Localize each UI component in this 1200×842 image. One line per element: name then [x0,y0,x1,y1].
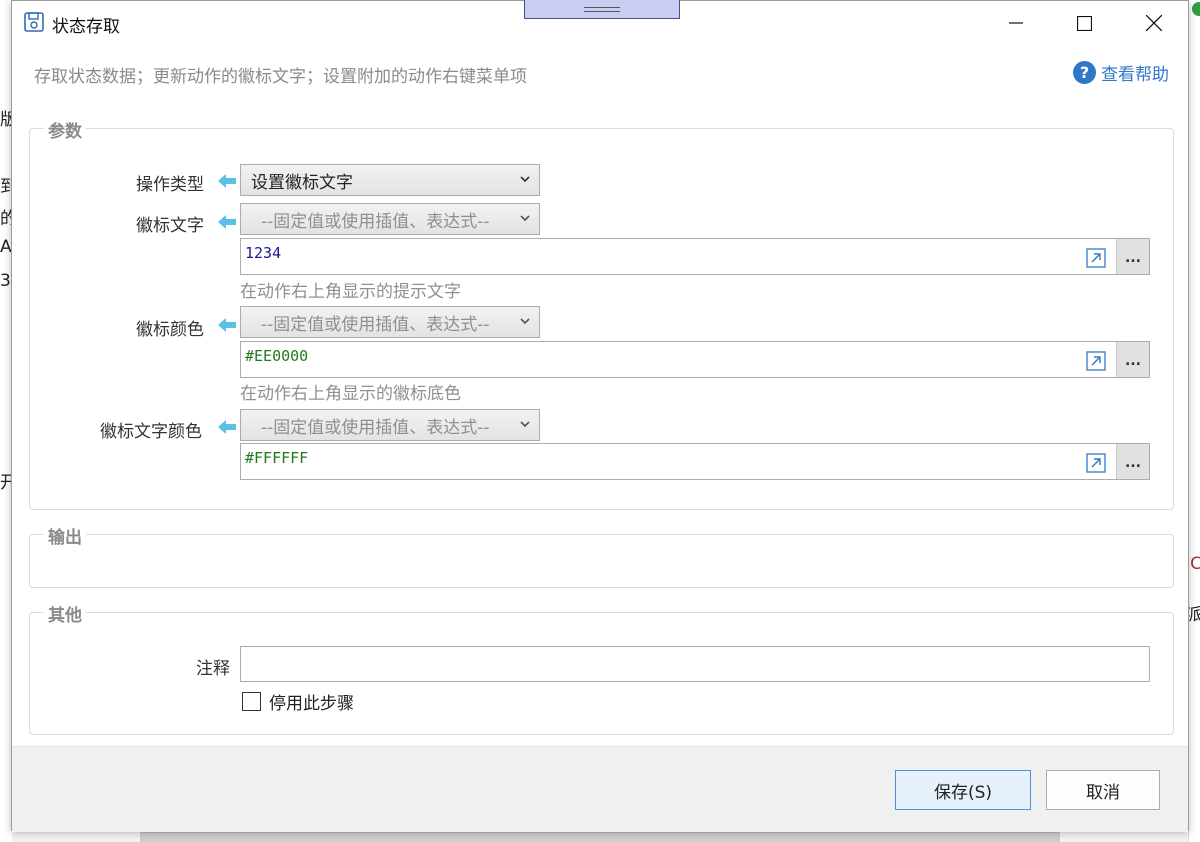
disable-step-label: 停用此步骤 [269,694,354,714]
expand-editor-icon[interactable] [1086,248,1106,268]
dock-grip-handle[interactable] [524,0,680,19]
badge-color-mode-select[interactable]: --固定值或使用插值、表达式-- [240,306,540,338]
badge-text-label: 徽标文字 [136,216,204,236]
close-icon [1146,15,1162,31]
left-arrow-icon[interactable] [218,173,238,189]
chevron-down-icon [520,318,530,325]
window-title: 状态存取 [52,17,120,37]
badge-text-input[interactable]: 1234 ... [240,238,1150,275]
dialog-description: 存取状态数据；更新动作的徽标文字；设置附加的动作右键菜单项 [34,67,527,87]
badge-color-browse-button[interactable]: ... [1116,342,1149,377]
grip-icon [584,6,620,12]
expand-editor-icon[interactable] [1086,351,1106,371]
badge-text-mode-select[interactable]: --固定值或使用插值、表达式-- [240,203,540,235]
badge-text-color-browse-button[interactable]: ... [1116,444,1149,479]
other-legend: 其他 [44,601,86,626]
badge-text-color-input[interactable]: #FFFFFF ... [240,443,1150,480]
bg-text: A [0,237,12,257]
badge-text-hint: 在动作右上角显示的提示文字 [240,282,461,302]
comment-input[interactable] [240,646,1150,682]
close-button[interactable] [1124,3,1184,43]
badge-text-color-label: 徽标文字颜色 [100,422,202,442]
maximize-icon [1076,15,1092,31]
bg-text: C [1190,554,1200,574]
badge-color-label: 徽标颜色 [136,320,204,340]
left-arrow-icon[interactable] [218,317,238,333]
bg-text: 3 [0,271,11,291]
state-access-dialog: 状态存取 存取状态数据；更新动作的徽标文字；设置附加的动作右键菜单项 ? 查看帮… [11,0,1189,832]
badge-color-input[interactable]: #EE0000 ... [240,341,1150,378]
badge-text-browse-button[interactable]: ... [1116,239,1149,274]
dialog-footer: 保存(S) 取消 [12,746,1188,832]
left-arrow-icon[interactable] [218,419,238,435]
badge-text-value[interactable]: 1234 [245,244,281,262]
cancel-button[interactable]: 取消 [1046,770,1160,810]
chevron-down-icon [520,215,530,222]
badge-color-mode-value: --固定值或使用插值、表达式-- [261,314,490,335]
background-bottom-strip [140,832,1060,842]
minimize-icon [1009,22,1023,24]
save-disk-icon [24,12,44,32]
output-group: 输出 [29,523,1174,588]
save-button[interactable]: 保存(S) [895,770,1031,810]
badge-color-value[interactable]: #EE0000 [245,347,308,365]
badge-text-mode-value: --固定值或使用插值、表达式-- [261,211,490,232]
maximize-button[interactable] [1054,3,1114,43]
disable-step-checkbox[interactable] [242,692,261,711]
expand-editor-icon[interactable] [1086,453,1106,473]
comment-label: 注释 [196,659,230,679]
output-legend: 输出 [44,523,86,548]
help-link[interactable]: ? 查看帮助 [1073,60,1169,85]
background-right-strip: C 派 [1185,0,1200,842]
badge-color-hint: 在动作右上角显示的徽标底色 [240,384,461,404]
operation-type-value: 设置徽标文字 [251,172,353,193]
badge-text-color-mode-value: --固定值或使用插值、表达式-- [261,417,490,438]
left-arrow-icon[interactable] [218,214,238,230]
chevron-down-icon [520,421,530,428]
operation-type-select[interactable]: 设置徽标文字 [240,164,540,196]
badge-text-color-value[interactable]: #FFFFFF [245,449,308,467]
minimize-button[interactable] [986,3,1046,43]
badge-text-color-mode-select[interactable]: --固定值或使用插值、表达式-- [240,409,540,441]
operation-type-label: 操作类型 [136,175,204,195]
chevron-down-icon [520,176,530,183]
question-icon: ? [1073,61,1096,84]
params-legend: 参数 [44,117,86,142]
disable-step-checkbox-row[interactable]: 停用此步骤 [242,689,354,714]
status-dot-icon [1192,2,1200,16]
help-label: 查看帮助 [1101,65,1169,85]
